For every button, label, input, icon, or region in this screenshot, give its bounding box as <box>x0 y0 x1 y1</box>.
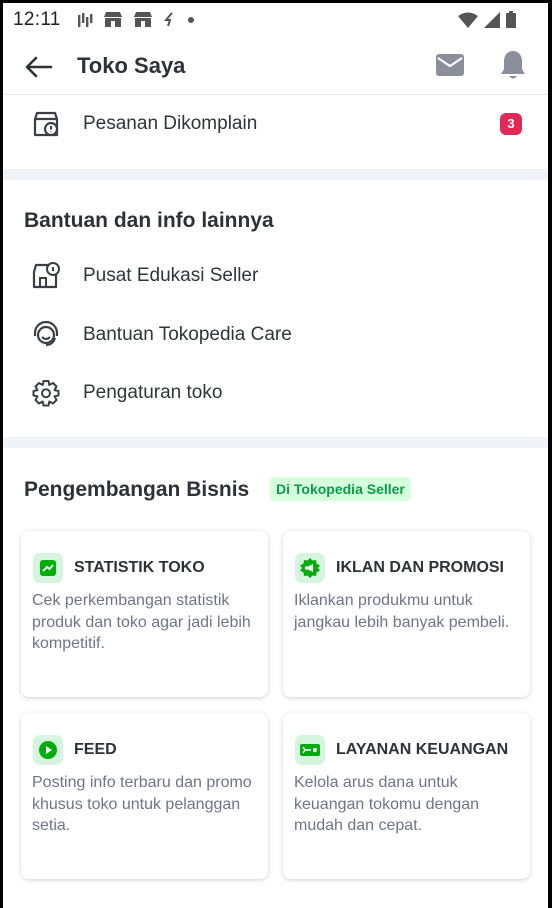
money-icon <box>300 744 320 756</box>
card-ads-promotion[interactable]: IKLAN DAN PROMOSI Iklankan produkmu untu… <box>283 531 530 697</box>
help-item-store-settings[interactable]: Pengaturan toko <box>3 366 548 418</box>
megaphone-icon <box>300 558 320 578</box>
wifi-icon <box>458 12 478 28</box>
back-button[interactable] <box>23 51 55 83</box>
complaint-orders-label: Pesanan Dikomplain <box>83 113 258 134</box>
seller-app-pill: Di Tokopedia Seller <box>270 477 411 501</box>
card-feed[interactable]: FEED Posting info terbaru dan promo khus… <box>21 713 268 879</box>
system-icons <box>458 11 516 28</box>
notification-button[interactable] <box>499 49 529 83</box>
help-section-title: Bantuan dan info lainnya <box>24 209 274 232</box>
store-icon <box>134 12 152 27</box>
section-divider <box>3 437 548 448</box>
signal-bars-icon <box>78 12 93 27</box>
play-icon <box>39 741 57 759</box>
link-icon <box>163 12 173 27</box>
card-store-statistics[interactable]: STATISTIK TOKO Cek perkembangan statisti… <box>21 531 268 697</box>
card-title: LAYANAN KEUANGAN <box>336 741 509 758</box>
help-item-tokopedia-care[interactable]: Bantuan Tokopedia Care <box>3 308 548 360</box>
help-item-label: Pusat Edukasi Seller <box>83 265 259 286</box>
card-icon-wrap <box>295 735 325 765</box>
help-item-label: Bantuan Tokopedia Care <box>83 324 292 345</box>
card-description: Cek perkembangan statistik produk dan to… <box>32 592 251 652</box>
page-title: Toko Saya <box>77 53 186 78</box>
store-icon <box>104 12 122 27</box>
complaint-orders-row[interactable]: Pesanan Dikomplain 3 <box>3 97 548 149</box>
gear-icon <box>32 380 60 407</box>
dot-icon <box>188 16 194 23</box>
app-bar: Toko Saya <box>3 37 548 95</box>
help-item-label: Pengaturan toko <box>83 382 223 403</box>
section-divider <box>3 169 548 180</box>
arrow-left-icon <box>25 56 53 78</box>
card-description: Posting info terbaru dan promo khusus to… <box>32 774 252 834</box>
card-title: IKLAN DAN PROMOSI <box>336 559 504 576</box>
store-info-icon <box>32 262 60 289</box>
card-icon-wrap <box>33 553 63 583</box>
card-icon-wrap <box>295 553 325 583</box>
bell-icon <box>501 51 525 79</box>
battery-icon <box>506 11 516 28</box>
status-time: 12:11 <box>13 9 61 30</box>
card-title: FEED <box>74 741 117 758</box>
status-bar: 12:11 <box>3 3 548 37</box>
card-icon-wrap <box>33 735 63 765</box>
card-title: STATISTIK TOKO <box>74 559 205 576</box>
screen: 12:11 Toko Saya Pesanan Dikomplain 3 Ban… <box>3 3 548 908</box>
inbox-button[interactable] <box>435 53 467 81</box>
headset-icon <box>33 320 59 346</box>
card-financial-services[interactable]: LAYANAN KEUANGAN Kelola arus dana untuk … <box>283 713 530 879</box>
business-section-title: Pengembangan Bisnis <box>24 478 250 501</box>
cell-signal-icon <box>484 11 500 28</box>
complaint-store-icon <box>33 111 59 137</box>
card-description: Kelola arus dana untuk keuangan tokomu d… <box>294 774 480 834</box>
chart-icon <box>40 560 56 576</box>
mail-icon <box>436 54 464 76</box>
complaint-count-badge: 3 <box>500 113 522 135</box>
notification-icons <box>77 11 195 28</box>
help-item-seller-education[interactable]: Pusat Edukasi Seller <box>3 249 548 301</box>
card-description: Iklankan produkmu untuk jangkau lebih ba… <box>294 592 510 631</box>
